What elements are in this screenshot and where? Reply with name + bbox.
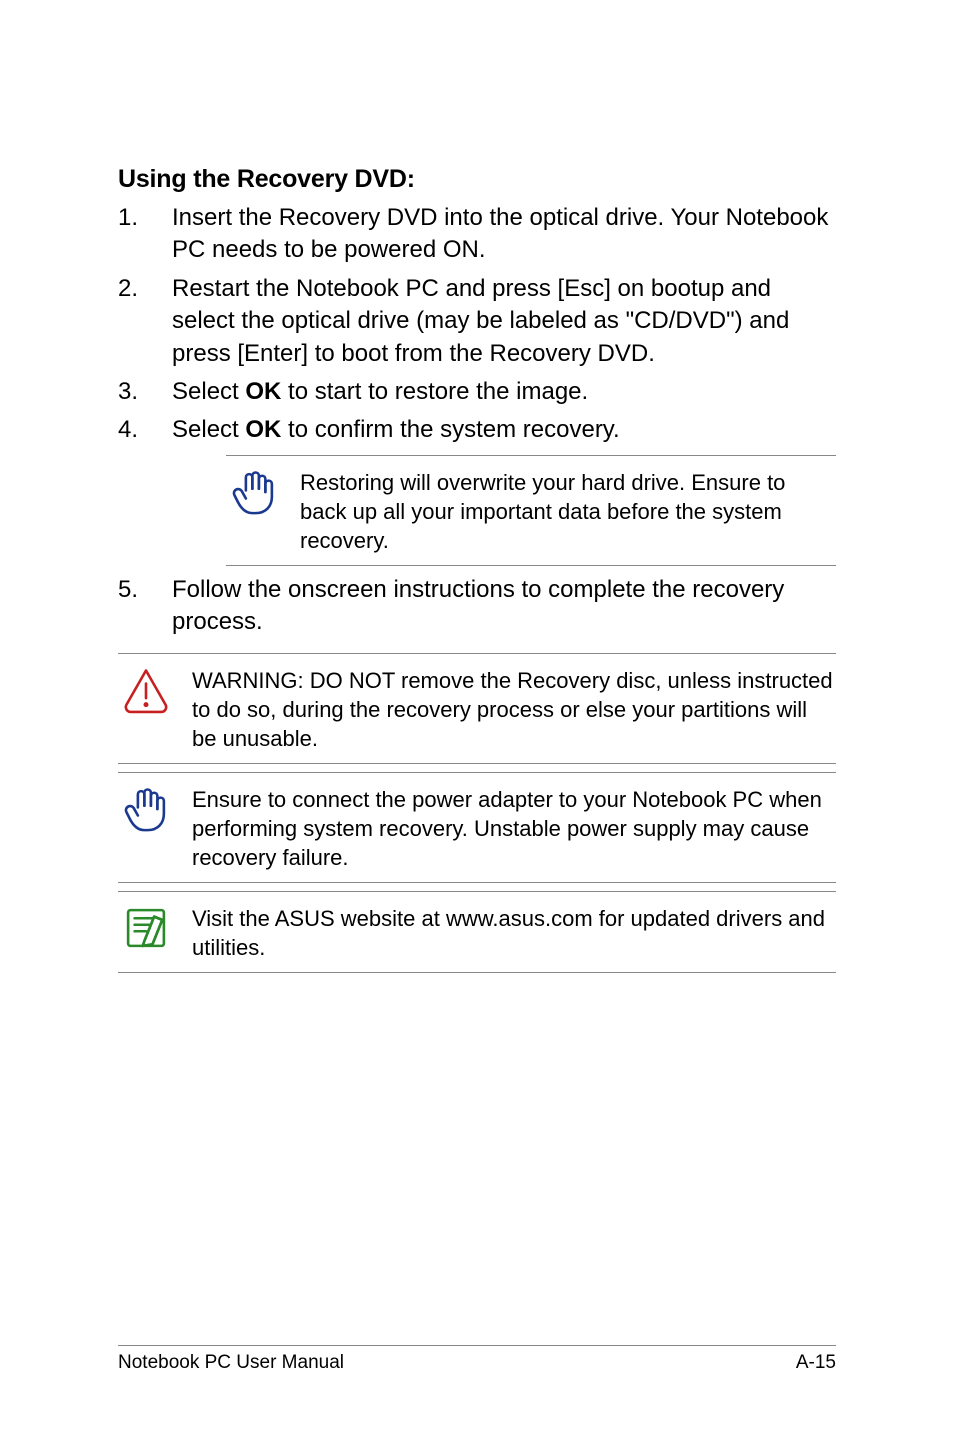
footer-page-number: A-15 — [796, 1352, 836, 1374]
section-heading: Using the Recovery DVD: — [118, 165, 836, 194]
note-icon — [118, 902, 174, 958]
step-4-post: to confirm the system recovery. — [281, 416, 619, 443]
step-2-text: Restart the Notebook PC and press [Esc] … — [172, 275, 789, 367]
step-5-text: Follow the onscreen instructions to comp… — [172, 576, 784, 635]
step-1: Insert the Recovery DVD into the optical… — [118, 202, 836, 267]
callout-text: Restoring will overwrite your hard drive… — [300, 466, 836, 555]
step-4-bold: OK — [245, 416, 281, 443]
callout-text: WARNING: DO NOT remove the Recovery disc… — [192, 664, 836, 753]
footer-title: Notebook PC User Manual — [118, 1352, 344, 1374]
step-2: Restart the Notebook PC and press [Esc] … — [118, 273, 836, 370]
callout-note-website: Visit the ASUS website at www.asus.com f… — [118, 891, 836, 973]
important-hand-icon — [226, 466, 282, 522]
steps-list: Insert the Recovery DVD into the optical… — [118, 202, 836, 639]
step-3-post: to start to restore the image. — [281, 378, 588, 405]
step-1-text: Insert the Recovery DVD into the optical… — [172, 204, 828, 263]
step-3: Select OK to start to restore the image. — [118, 376, 836, 408]
callout-important-backup: Restoring will overwrite your hard drive… — [226, 455, 836, 566]
callout-text: Ensure to connect the power adapter to y… — [192, 783, 836, 872]
step-3-bold: OK — [245, 378, 281, 405]
step-5: Follow the onscreen instructions to comp… — [118, 574, 836, 639]
step-4-pre: Select — [172, 416, 245, 443]
step-3-pre: Select — [172, 378, 245, 405]
important-hand-icon — [118, 783, 174, 839]
callout-warning-disc: WARNING: DO NOT remove the Recovery disc… — [118, 653, 836, 764]
callout-important-power: Ensure to connect the power adapter to y… — [118, 772, 836, 883]
step-4: Select OK to confirm the system recovery… — [118, 414, 836, 565]
callout-text: Visit the ASUS website at www.asus.com f… — [192, 902, 836, 962]
page-footer: Notebook PC User Manual A-15 — [118, 1345, 836, 1374]
warning-icon — [118, 664, 174, 720]
